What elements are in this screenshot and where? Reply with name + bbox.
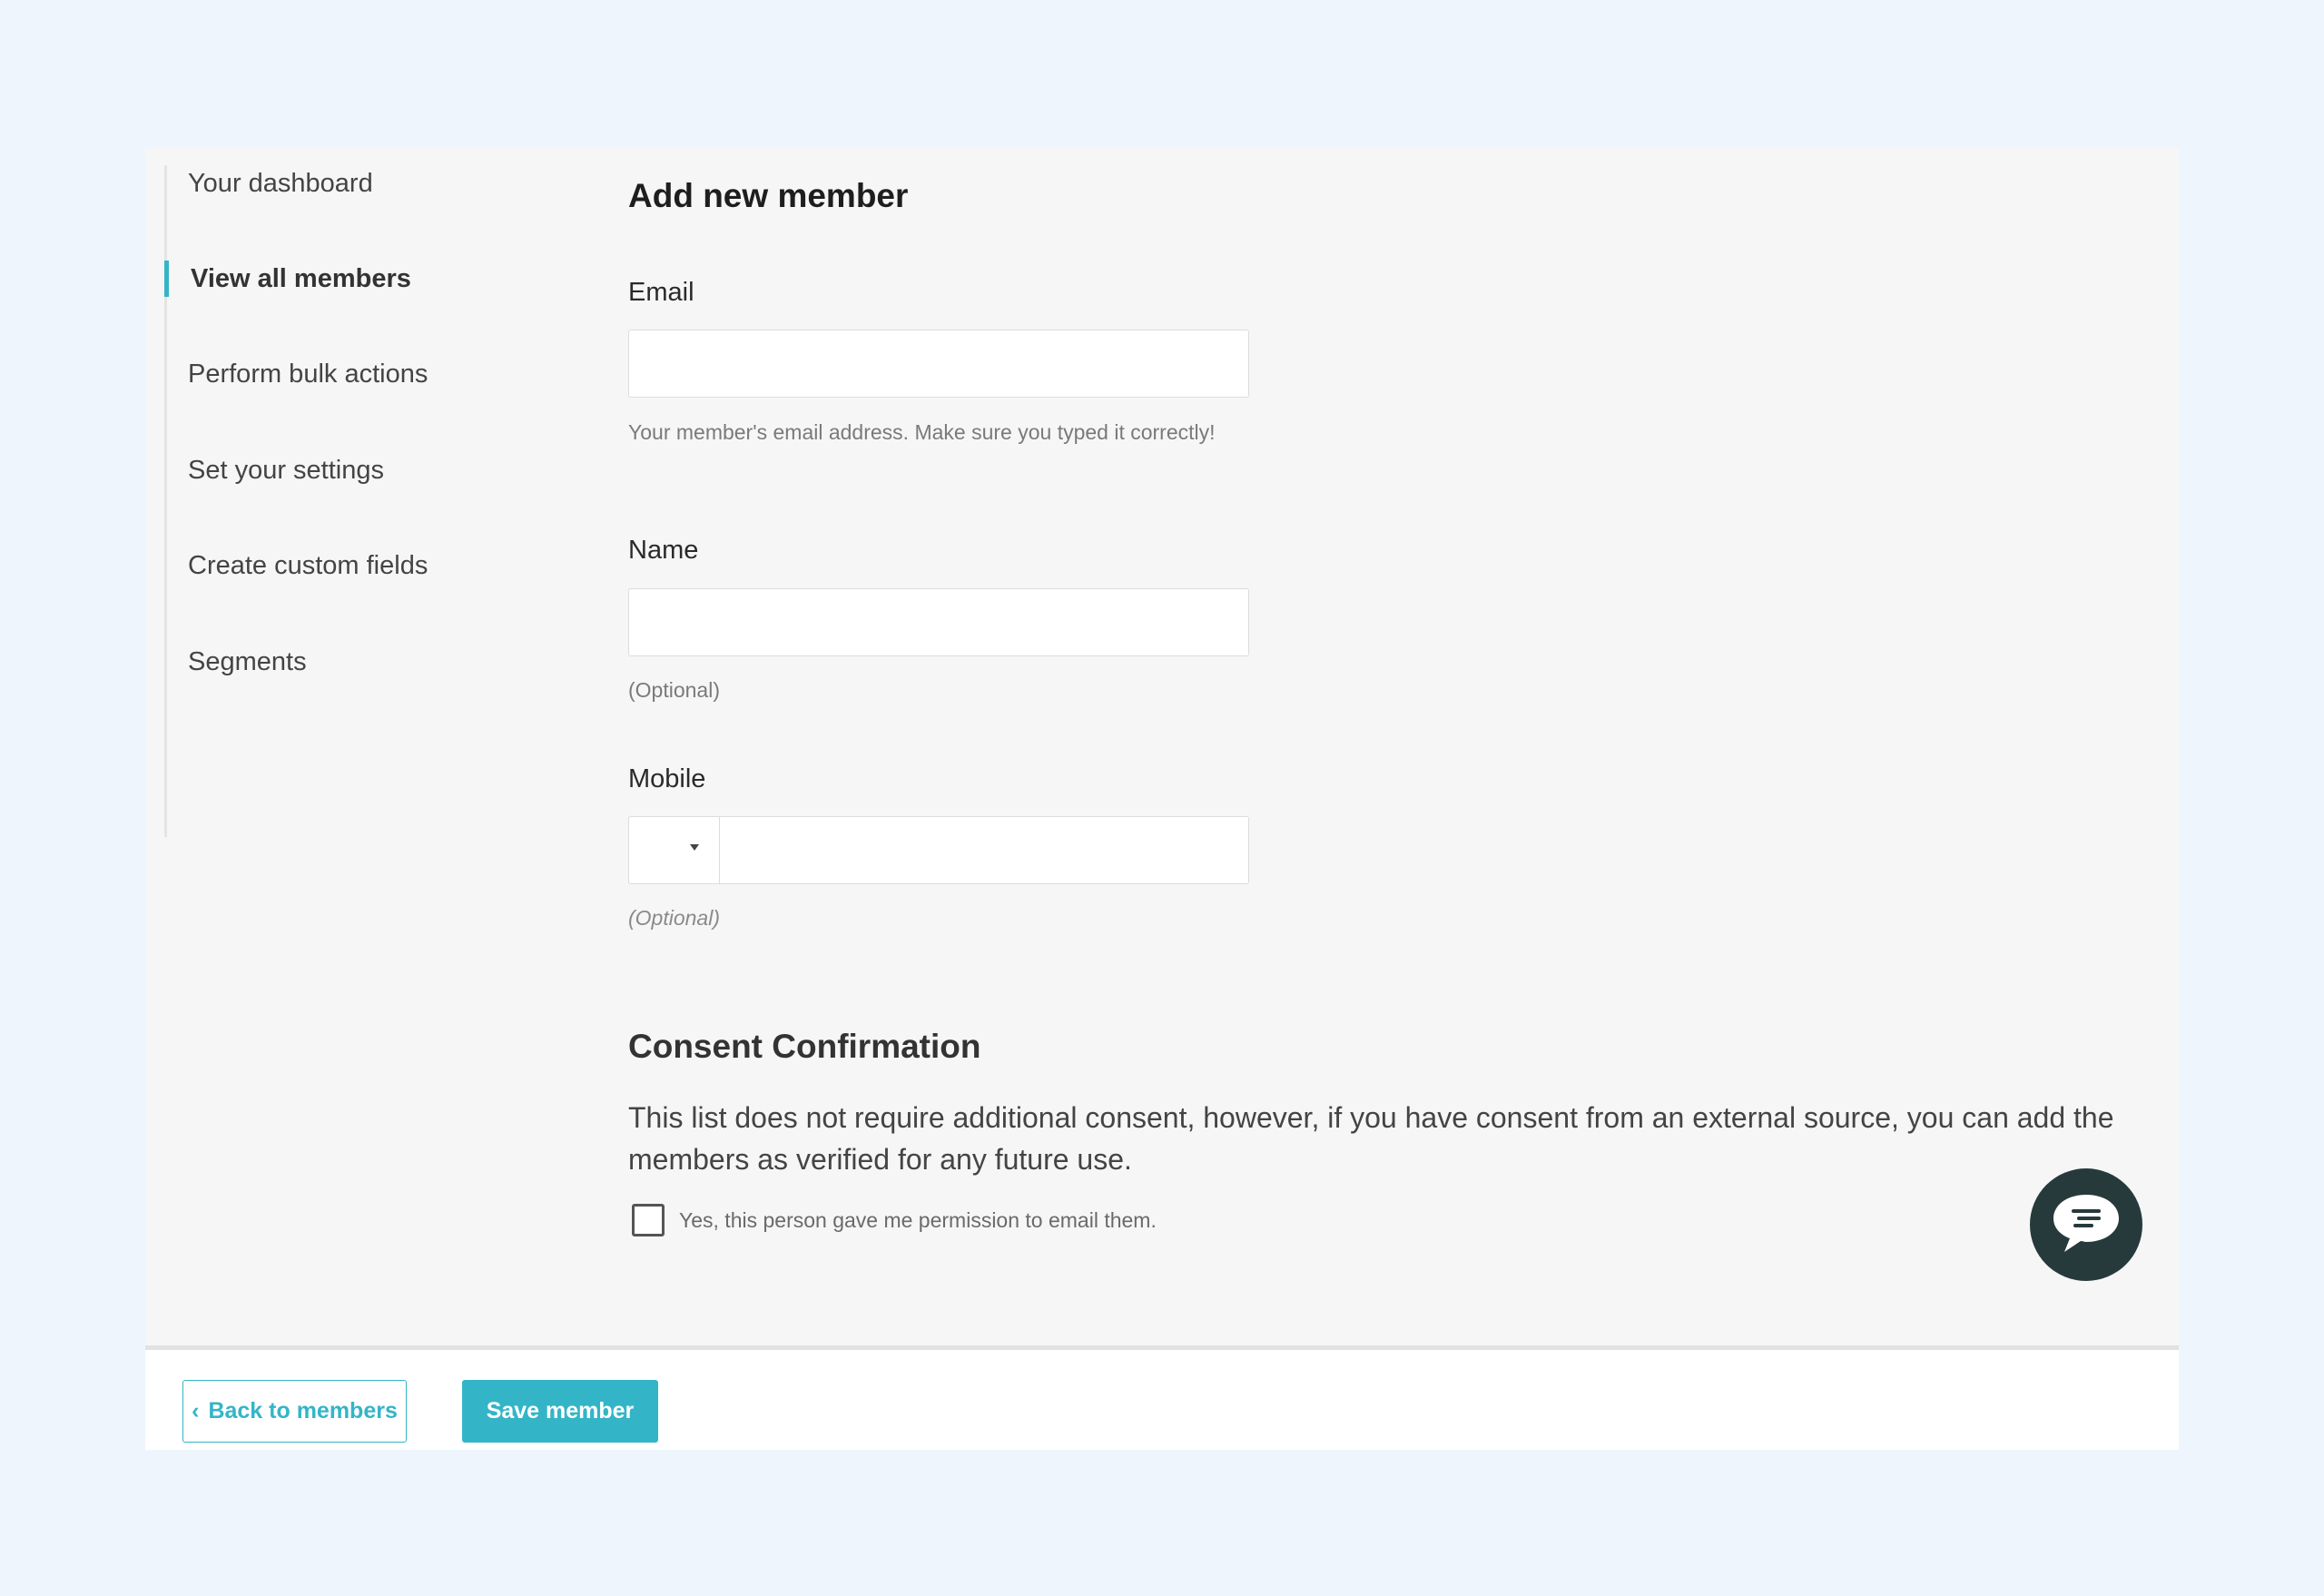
consent-checkbox-label: Yes, this person gave me permission to e… bbox=[679, 1207, 1157, 1232]
sidebar-nav: Your dashboard View all members Perform … bbox=[164, 165, 546, 837]
consent-checkbox-row[interactable]: Yes, this person gave me permission to e… bbox=[632, 1202, 1157, 1238]
mobile-field-group bbox=[628, 816, 1249, 884]
email-help-text: Your member's email address. Make sure y… bbox=[628, 420, 1216, 444]
mobile-label: Mobile bbox=[628, 764, 706, 793]
chat-bubble-icon bbox=[2053, 1195, 2119, 1252]
name-label: Name bbox=[628, 536, 699, 565]
sidebar-item-settings[interactable]: Set your settings bbox=[164, 452, 384, 488]
save-member-button[interactable]: Save member bbox=[462, 1380, 658, 1443]
email-field[interactable] bbox=[628, 330, 1249, 398]
sidebar-item-segments[interactable]: Segments bbox=[164, 644, 307, 680]
page-title: Add new member bbox=[628, 177, 909, 214]
mobile-field[interactable] bbox=[720, 817, 1248, 883]
chat-button[interactable] bbox=[2030, 1168, 2142, 1281]
country-code-select[interactable] bbox=[629, 817, 720, 883]
caret-down-icon bbox=[690, 844, 699, 851]
footer-action-bar: ‹ Back to members Save member bbox=[145, 1345, 2179, 1450]
email-label: Email bbox=[628, 278, 694, 307]
main-card: Your dashboard View all members Perform … bbox=[145, 147, 2179, 1450]
consent-description: This list does not require additional co… bbox=[628, 1101, 2114, 1176]
mobile-help-text: (Optional) bbox=[628, 906, 720, 930]
sidebar-item-view-all-members[interactable]: View all members bbox=[164, 261, 411, 297]
back-to-members-button[interactable]: ‹ Back to members bbox=[182, 1380, 407, 1443]
chevron-left-icon: ‹ bbox=[192, 1398, 200, 1424]
name-field[interactable] bbox=[628, 588, 1249, 656]
sidebar-item-bulk-actions[interactable]: Perform bulk actions bbox=[164, 356, 428, 392]
name-help-text: (Optional) bbox=[628, 678, 720, 702]
sidebar-item-dashboard[interactable]: Your dashboard bbox=[164, 165, 373, 202]
consent-title: Consent Confirmation bbox=[628, 1028, 981, 1065]
save-button-label: Save member bbox=[486, 1398, 635, 1424]
consent-checkbox[interactable] bbox=[632, 1204, 665, 1236]
back-button-label: Back to members bbox=[208, 1398, 398, 1424]
add-member-form: Add new member Email Your member's email… bbox=[628, 147, 2171, 1345]
sidebar-item-custom-fields[interactable]: Create custom fields bbox=[164, 547, 428, 584]
